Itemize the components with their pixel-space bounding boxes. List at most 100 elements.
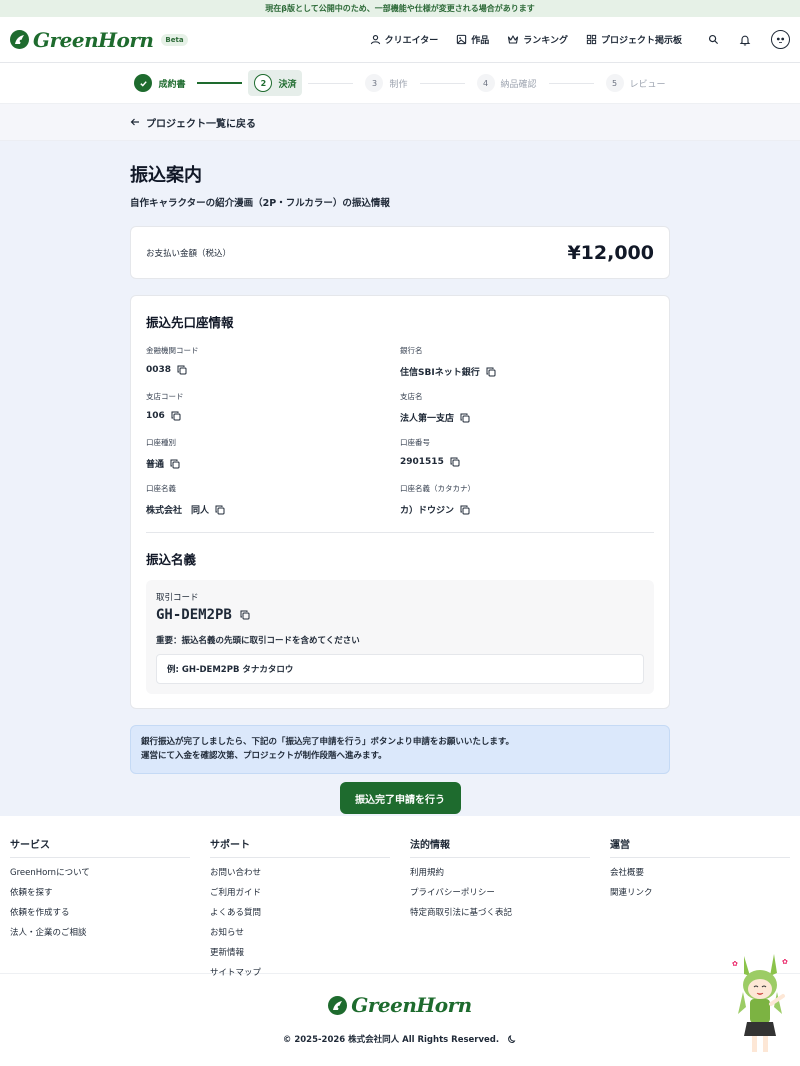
- bank-field-value: 法人第一支店: [400, 414, 455, 424]
- moon-icon[interactable]: [507, 1034, 517, 1044]
- bank-field-value: 2901515: [400, 457, 444, 467]
- footer-column: 法的情報 利用規約 プライバシーポリシー 特定商取引法に基づく表記: [410, 836, 590, 978]
- step-connector: [197, 82, 243, 84]
- footer-bottom: GreenHorn © 2025-2026 株式会社同人 All Rights …: [0, 974, 800, 1064]
- svg-text:✿: ✿: [732, 960, 738, 968]
- site-header: GreenHorn Beta クリエイター 作品 ランキング プロジェクト掲示板: [0, 17, 800, 63]
- logo-text: GreenHorn: [33, 27, 154, 52]
- bank-field-value: 普通: [146, 460, 165, 470]
- info-notice: 銀行振込が完了しましたら、下記の「振込完了申請を行う」ボタンより申請をお願いいた…: [130, 725, 670, 775]
- transfer-name-notice: 重要：振込名義の先頭に取引コードを含めてください: [156, 636, 360, 646]
- bank-field: 口座番号 2901515: [400, 437, 654, 470]
- footer-link[interactable]: 法人・企業のご相談: [10, 926, 190, 938]
- bank-field-label: 口座番号: [400, 438, 430, 447]
- footer-column-title: サポート: [210, 836, 390, 858]
- footer-link[interactable]: 利用規約: [410, 866, 590, 878]
- copy-icon[interactable]: [170, 459, 180, 469]
- footer-link[interactable]: よくある質問: [210, 906, 390, 918]
- user-icon: [370, 35, 380, 45]
- bank-section-title: 振込先口座情報: [146, 315, 234, 330]
- footer-link[interactable]: プライバシーポリシー: [410, 886, 590, 898]
- payment-amount-card: お支払い金額（税込） ¥12,000: [130, 226, 670, 279]
- back-to-projects-link[interactable]: プロジェクト一覧に戻る: [0, 104, 800, 141]
- copy-icon[interactable]: [215, 505, 225, 515]
- transfer-name-title: 振込名義: [146, 552, 197, 567]
- nav-ranking[interactable]: ランキング: [507, 33, 568, 46]
- footer-link[interactable]: GreenHornについて: [10, 866, 190, 878]
- copy-icon[interactable]: [450, 457, 460, 467]
- bank-field: 口座名義（カタカナ） カ）ドウジン: [400, 483, 654, 516]
- main-nav: クリエイター 作品 ランキング プロジェクト掲示板: [370, 33, 682, 46]
- back-link-label: プロジェクト一覧に戻る: [146, 118, 256, 130]
- footer-logo-text: GreenHorn: [351, 993, 472, 1017]
- bank-field-label: 支店名: [400, 392, 423, 401]
- horn-logo-icon: [328, 995, 348, 1015]
- bank-field-value: 106: [146, 411, 165, 421]
- footer-link[interactable]: 依頼を探す: [10, 886, 190, 898]
- footer-column-title: サービス: [10, 836, 190, 858]
- bank-field: 銀行名住信SBIネット銀行: [400, 345, 654, 378]
- transaction-code-value: GH-DEM2PB: [156, 607, 232, 623]
- footer-link[interactable]: サイトマップ: [210, 966, 390, 978]
- nav-creators[interactable]: クリエイター: [370, 33, 439, 46]
- footer-logo[interactable]: GreenHorn: [328, 993, 472, 1017]
- transaction-code-label: 取引コード: [156, 593, 199, 603]
- bank-fields-grid: 金融機関コード 0038 銀行名 住信SBIネット銀行 支店コード 106 支店名 法人第一支…: [146, 345, 654, 516]
- bank-field: 口座名義 株式会社 同人: [146, 483, 400, 516]
- step-production: 3 制作: [359, 70, 413, 96]
- footer-link[interactable]: 更新情報: [210, 946, 390, 958]
- avatar-face-icon: [776, 37, 785, 43]
- site-logo[interactable]: GreenHorn Beta: [10, 28, 188, 52]
- bank-field: 支店名 法人第一支店: [400, 391, 654, 424]
- bank-field-label: 銀行名: [400, 346, 423, 355]
- user-avatar[interactable]: [771, 30, 790, 49]
- footer-link[interactable]: 依頼を作成する: [10, 906, 190, 918]
- copy-icon[interactable]: [460, 413, 470, 423]
- check-icon: [134, 74, 153, 92]
- step-connector: [308, 82, 354, 84]
- nav-project-board-label: プロジェクト掲示板: [600, 36, 682, 46]
- footer-link[interactable]: ご利用ガイド: [210, 886, 390, 898]
- image-icon: [457, 34, 467, 45]
- copy-icon[interactable]: [171, 411, 181, 421]
- step-payment-number: 2: [254, 74, 273, 92]
- footer-link[interactable]: お問い合わせ: [210, 866, 390, 878]
- search-icon[interactable]: [708, 34, 719, 45]
- copy-icon[interactable]: [486, 367, 496, 377]
- bell-icon[interactable]: [739, 34, 751, 46]
- amount-label: お支払い金額（税込）: [146, 248, 232, 259]
- grid-icon: [586, 34, 597, 45]
- page-subtitle: 自作キャラクターの紹介漫画（2P・フルカラー）の振込情報: [130, 198, 390, 209]
- nav-works[interactable]: 作品: [456, 33, 489, 46]
- bank-field-value: 住信SBIネット銀行: [400, 368, 480, 378]
- bank-field-label: 口座名義（カタカナ）: [400, 484, 475, 493]
- bank-field: 支店コード 106: [146, 391, 400, 424]
- arrow-left-icon: [130, 118, 139, 126]
- amount-value: ¥12,000: [567, 241, 654, 264]
- copy-icon[interactable]: [460, 505, 470, 515]
- bank-account-card: 振込先口座情報 金融機関コード 0038 銀行名 住信SBIネット銀行 支店コード 106…: [130, 295, 670, 709]
- bank-field-label: 支店コード: [146, 392, 184, 401]
- page-title: 振込案内: [130, 165, 202, 186]
- info-line-1: 銀行振込が完了しましたら、下記の「振込完了申請を行う」ボタンより申請をお願いいた…: [141, 737, 514, 747]
- nav-creators-label: クリエイター: [384, 36, 439, 46]
- step-payment-label: 決済: [278, 79, 297, 90]
- footer-link[interactable]: 特定商取引法に基づく表記: [410, 906, 590, 918]
- step-connector: [419, 82, 465, 84]
- beta-banner: 現在β版として公開中のため、一部機能や仕様が変更される場合があります: [0, 0, 800, 17]
- footer-link[interactable]: 会社概要: [610, 866, 790, 878]
- nav-project-board[interactable]: プロジェクト掲示板: [586, 33, 682, 46]
- copy-icon[interactable]: [240, 610, 250, 620]
- copy-icon[interactable]: [177, 365, 187, 375]
- footer-link[interactable]: 関連リンク: [610, 886, 790, 898]
- step-production-number: 3: [365, 74, 384, 92]
- step-review-number: 5: [605, 74, 624, 92]
- site-footer: サービス GreenHornについて 依頼を探す依頼を作成する 法人・企業のご相談 サポ…: [0, 816, 800, 978]
- footer-column: サービス GreenHornについて 依頼を探す依頼を作成する 法人・企業のご相談: [10, 836, 190, 978]
- svg-text:✿: ✿: [782, 958, 788, 966]
- nav-works-label: 作品: [471, 36, 490, 46]
- submit-transfer-button[interactable]: 振込完了申請を行う: [339, 782, 461, 815]
- step-payment: 2 決済: [248, 70, 303, 96]
- footer-link[interactable]: お知らせ: [210, 926, 390, 938]
- step-delivery-number: 4: [476, 74, 495, 92]
